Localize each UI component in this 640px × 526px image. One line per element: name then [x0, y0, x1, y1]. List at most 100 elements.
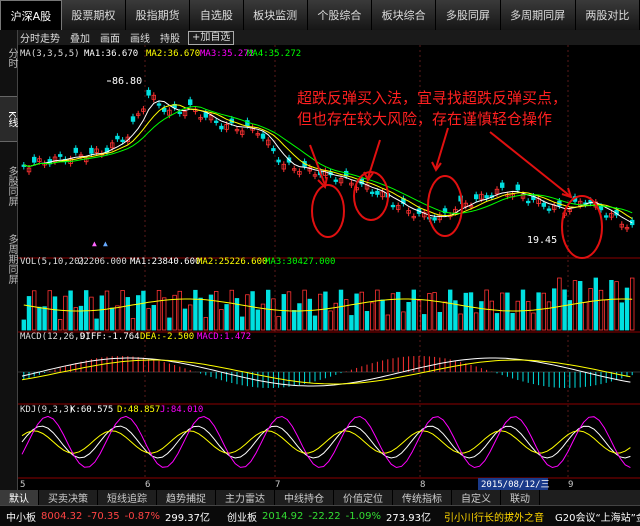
- volume-bar: [578, 281, 583, 331]
- candle-body: [203, 112, 208, 118]
- volume-bar: [120, 290, 125, 331]
- volume-bar: [203, 317, 208, 331]
- board1-name[interactable]: 中小板: [6, 509, 36, 524]
- board1-percent: -0.87%: [124, 510, 160, 522]
- volume-bar: [245, 294, 250, 331]
- volume-bar: [349, 315, 354, 331]
- tab-linkage[interactable]: 联动: [501, 490, 540, 505]
- tab-trend-capture[interactable]: 趋势捕捉: [157, 490, 216, 505]
- volume-bar: [302, 289, 307, 331]
- kdj-j: J:84.010: [160, 405, 203, 415]
- volume-bar: [219, 309, 224, 331]
- volume-bar: [21, 319, 26, 331]
- date-highlight: 2015/08/12/三: [481, 480, 550, 490]
- circle-1-icon: [311, 184, 345, 238]
- candle-body: [58, 154, 63, 157]
- candle-body: [276, 159, 281, 163]
- kdj-legend-title: KDJ(9,3,3): [20, 405, 74, 415]
- tab-value-position[interactable]: 价值定位: [334, 490, 393, 505]
- buy-marker-icon: ▲: [92, 239, 97, 248]
- candle-body: [219, 125, 224, 130]
- ma2-value: MA2:36.670: [146, 49, 200, 59]
- board1-value: 8004.32: [41, 510, 83, 522]
- tab-traditional-indicator[interactable]: 传统指标: [393, 490, 452, 505]
- vol-ma1: MA1:23840.600: [130, 257, 200, 267]
- volume-bar: [369, 302, 375, 331]
- volume-bar: [531, 312, 536, 331]
- ma4-value: MA4:35.272: [247, 49, 301, 59]
- volume-bar: [411, 289, 416, 331]
- board2-change: -22.22: [308, 510, 341, 522]
- volume-bar: [552, 288, 557, 331]
- volume-bar: [359, 291, 364, 331]
- volume-bar: [515, 300, 520, 331]
- news-headline[interactable]: G20会议“上海站”金盘点: [555, 509, 640, 524]
- indicator-tab-bar: 默认 买卖决策 短线追踪 趋势捕捉 主力雷达 中线持仓 价值定位 传统指标 自定…: [0, 490, 640, 505]
- volume-bar: [307, 298, 312, 331]
- volume-bar: [536, 292, 541, 331]
- volume-bar: [177, 290, 182, 331]
- candle-body: [32, 156, 37, 163]
- tab-custom[interactable]: 自定义: [452, 490, 501, 505]
- candle-body: [333, 179, 338, 182]
- annotation-markers: [309, 127, 603, 259]
- volume-bar: [463, 292, 468, 331]
- candle-body: [156, 103, 162, 106]
- volume-bar: [572, 280, 578, 331]
- volume-ma-line: [23, 298, 633, 312]
- tab-default[interactable]: 默认: [0, 490, 39, 505]
- volume-bar: [557, 277, 562, 331]
- tab-main-radar[interactable]: 主力雷达: [216, 490, 275, 505]
- candle-body: [213, 120, 219, 123]
- volume-bar: [328, 310, 333, 331]
- tab-short-track[interactable]: 短线追踪: [98, 490, 157, 505]
- candle-body: [260, 133, 266, 139]
- volume-bar: [541, 292, 546, 331]
- volume-bar: [364, 311, 370, 331]
- candle-body: [598, 205, 604, 211]
- kdj-k: K:60.575: [70, 405, 113, 415]
- volume-bar: [598, 289, 604, 331]
- tab-mid-holding[interactable]: 中线持仓: [275, 490, 334, 505]
- volume-bar: [583, 301, 588, 331]
- candle-body: [130, 116, 136, 122]
- volume-bar: [395, 291, 401, 331]
- low-price-label: 19.45: [527, 235, 557, 246]
- kline-chart-area[interactable]: MA(3,3,5,5) MA1:36.670 MA2:36.670 MA3:35…: [0, 0, 640, 490]
- news-ticker[interactable]: 引小川行长的拔外之音: [444, 509, 544, 524]
- volume-bar: [317, 293, 323, 331]
- macd-dea: DEA:-2.500: [140, 332, 194, 342]
- volume-bar: [255, 309, 260, 331]
- volume-bar: [141, 290, 146, 331]
- volume-bar: [442, 301, 448, 331]
- volume-bar: [234, 298, 240, 331]
- annotation-line-2: 但也存在较大风险，存在谨慎轻仓操作: [297, 110, 552, 128]
- arrow-3-icon: [435, 127, 449, 169]
- volume-bar: [588, 288, 593, 331]
- volume-bar: [281, 294, 286, 331]
- volume-bar: [624, 287, 630, 331]
- volume-bar: [130, 318, 136, 331]
- volume-bar: [505, 292, 510, 331]
- candle-body: [375, 190, 380, 195]
- volume-bar: [99, 295, 104, 331]
- date-tick-9: 9: [568, 480, 573, 490]
- volume-bar: [239, 316, 245, 331]
- candle-body: [120, 139, 125, 143]
- candle-body: [146, 89, 151, 96]
- volume-bar: [453, 300, 458, 331]
- volume-bar: [182, 308, 188, 331]
- volume-bar: [468, 292, 474, 331]
- volume-bar: [546, 301, 552, 331]
- volume-bar: [510, 312, 515, 331]
- volume-bar: [479, 301, 484, 331]
- volume-bar: [37, 306, 42, 331]
- candle-body: [546, 208, 552, 211]
- volume-bar: [276, 316, 281, 331]
- candle-body: [115, 135, 120, 140]
- board2-name[interactable]: 创业板: [227, 509, 257, 524]
- volume-bar: [562, 289, 567, 331]
- volume-bar: [58, 319, 63, 331]
- tab-trade-decision[interactable]: 买卖决策: [39, 490, 98, 505]
- annotation-line-1: 超跌反弹买入法，宜寻找超跌反弹买点，: [297, 89, 567, 107]
